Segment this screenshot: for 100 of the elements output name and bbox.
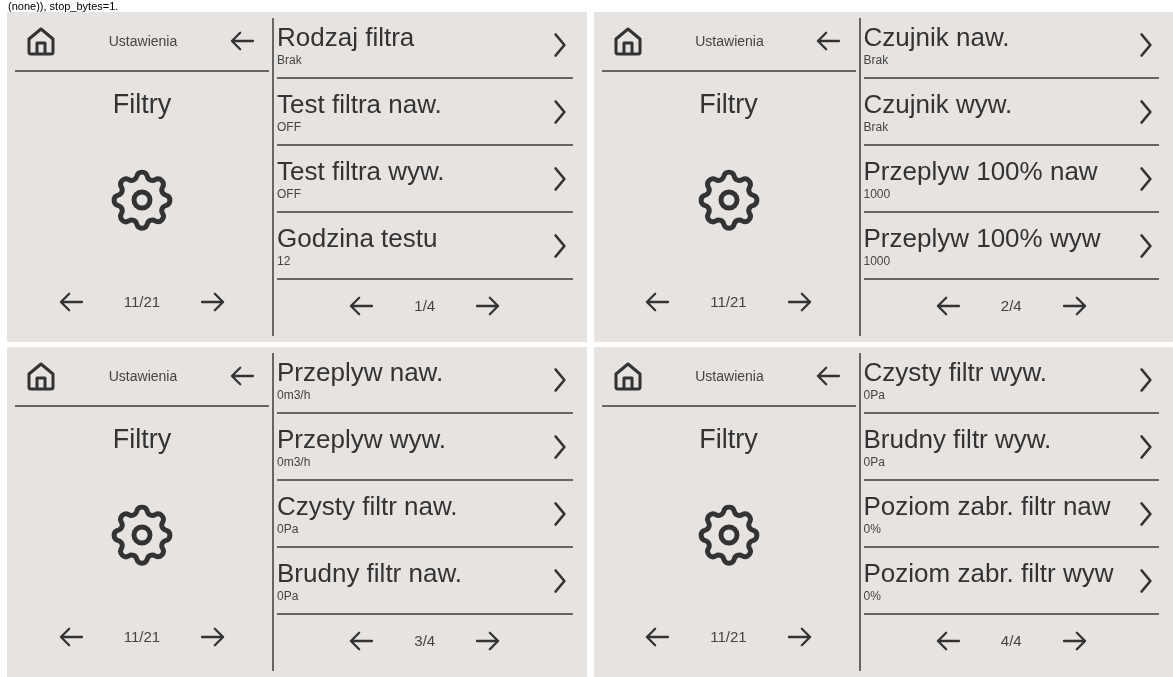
cut-off-text: (none)), stop_bytes=1.	[8, 0, 119, 12]
page-counter: 4/4	[1000, 630, 1022, 651]
previous-button[interactable]	[57, 626, 84, 648]
settings-item[interactable]: Czysty filtr wyw. 0Pa	[863, 347, 1159, 414]
chevron-icon	[1139, 231, 1153, 260]
item-label: Czysty filtr wyw.	[863, 356, 1047, 387]
page-counter: 2/4	[1000, 295, 1022, 316]
previous-button[interactable]	[57, 291, 84, 313]
page-counter: 11/21	[710, 291, 747, 312]
item-label: Godzina testu	[277, 222, 438, 253]
settings-item[interactable]: Test filtra naw. OFF	[277, 79, 573, 146]
item-label: Brudny filtr wyw.	[863, 423, 1052, 454]
page-counter: 11/21	[123, 291, 161, 312]
settings-item[interactable]: Przeplyw 100% naw 1000	[863, 146, 1159, 213]
item-value: 0Pa	[863, 386, 886, 403]
settings-item[interactable]: Czujnik naw. Brak	[863, 12, 1159, 79]
next-button[interactable]	[1061, 630, 1088, 652]
settings-item[interactable]: Test filtra wyw. OFF	[277, 146, 573, 213]
previous-button[interactable]	[934, 630, 961, 652]
settings-item[interactable]: Brudny filtr wyw. 0Pa	[863, 414, 1159, 481]
next-button[interactable]	[786, 291, 813, 313]
previous-button[interactable]	[348, 630, 375, 652]
item-value: 0Pa	[277, 587, 300, 604]
settings-item[interactable]: Poziom zabr. filtr naw 0%	[863, 481, 1159, 548]
section-title: Filtry	[699, 88, 758, 121]
chevron-icon	[1139, 97, 1153, 126]
item-label: Przeplyw 100% naw	[863, 155, 1098, 186]
item-value: OFF	[277, 118, 302, 135]
previous-button[interactable]	[644, 291, 671, 313]
chevron-icon	[1139, 365, 1153, 394]
item-label: Czujnik wyw.	[863, 88, 1013, 119]
next-button[interactable]	[1061, 295, 1088, 317]
item-value: 1000	[863, 252, 892, 269]
item-value: 0Pa	[863, 453, 886, 470]
item-value: 1000	[863, 185, 892, 202]
page-counter: 1/4	[414, 295, 436, 316]
chevron-icon	[552, 499, 567, 528]
chevron-icon	[552, 164, 567, 193]
item-label: Poziom zabr. filtr naw	[863, 490, 1111, 521]
chevron-icon	[552, 97, 567, 126]
item-value: 12	[277, 252, 292, 269]
chevron-icon	[1139, 499, 1153, 528]
next-button[interactable]	[200, 626, 227, 648]
settings-item[interactable]: Czujnik wyw. Brak	[863, 79, 1159, 146]
next-button[interactable]	[475, 295, 502, 317]
back-button[interactable]	[815, 30, 842, 52]
settings-item[interactable]: Przeplyw naw. 0m3/h	[277, 347, 573, 414]
item-label: Przeplyw naw.	[277, 356, 444, 387]
settings-item[interactable]: Czysty filtr naw. 0Pa	[277, 481, 573, 548]
section-title: Filtry	[112, 88, 172, 121]
item-value: Brak	[277, 51, 303, 68]
header-title: Ustawienia	[108, 31, 178, 51]
next-button[interactable]	[475, 630, 502, 652]
chevron-icon	[552, 231, 567, 260]
header-title: Ustawienia	[695, 366, 764, 386]
back-button[interactable]	[229, 30, 255, 52]
item-value: 0m3/h	[277, 453, 312, 470]
chevron-icon	[1139, 432, 1153, 461]
chevron-icon	[1139, 164, 1153, 193]
previous-button[interactable]	[644, 626, 671, 648]
page-counter: 3/4	[414, 630, 436, 651]
item-value: 0Pa	[277, 520, 300, 537]
settings-item[interactable]: Przeplyw 100% wyw 1000	[863, 213, 1159, 280]
chevron-icon	[1139, 566, 1153, 595]
settings-item[interactable]: Przeplyw wyw. 0m3/h	[277, 414, 573, 481]
item-label: Test filtra naw.	[277, 88, 442, 119]
header-title: Ustawienia	[108, 366, 178, 386]
chevron-icon	[1139, 30, 1153, 59]
back-button[interactable]	[815, 365, 842, 387]
chevron-icon	[552, 365, 567, 394]
header-title: Ustawienia	[695, 31, 764, 51]
next-button[interactable]	[786, 626, 813, 648]
next-button[interactable]	[200, 291, 227, 313]
item-label: Przeplyw 100% wyw	[863, 222, 1101, 253]
item-value: 0m3/h	[277, 386, 312, 403]
item-label: Przeplyw wyw.	[277, 423, 447, 454]
item-value: OFF	[277, 185, 302, 202]
settings-item[interactable]: Rodzaj filtra Brak	[277, 12, 573, 79]
item-label: Brudny filtr naw.	[277, 557, 462, 588]
chevron-icon	[552, 432, 567, 461]
item-label: Test filtra wyw.	[277, 155, 445, 186]
settings-item[interactable]: Godzina testu 12	[277, 213, 573, 280]
item-label: Rodzaj filtra	[277, 21, 415, 52]
item-label: Poziom zabr. filtr wyw	[863, 557, 1114, 588]
item-label: Czysty filtr naw.	[277, 490, 458, 521]
item-value: Brak	[863, 51, 890, 68]
back-button[interactable]	[229, 365, 255, 387]
item-value: Brak	[863, 118, 890, 135]
home-button[interactable]	[25, 360, 57, 392]
section-title: Filtry	[699, 423, 758, 456]
page-counter: 11/21	[710, 626, 747, 647]
settings-item[interactable]: Brudny filtr naw. 0Pa	[277, 548, 573, 615]
item-label: Czujnik naw.	[863, 21, 1010, 52]
previous-button[interactable]	[934, 295, 961, 317]
page-counter: 11/21	[123, 626, 161, 647]
previous-button[interactable]	[348, 295, 375, 317]
item-value: 0%	[863, 520, 882, 537]
settings-item[interactable]: Poziom zabr. filtr wyw 0%	[863, 548, 1159, 615]
home-button[interactable]	[25, 25, 57, 57]
item-value: 0%	[863, 587, 882, 604]
